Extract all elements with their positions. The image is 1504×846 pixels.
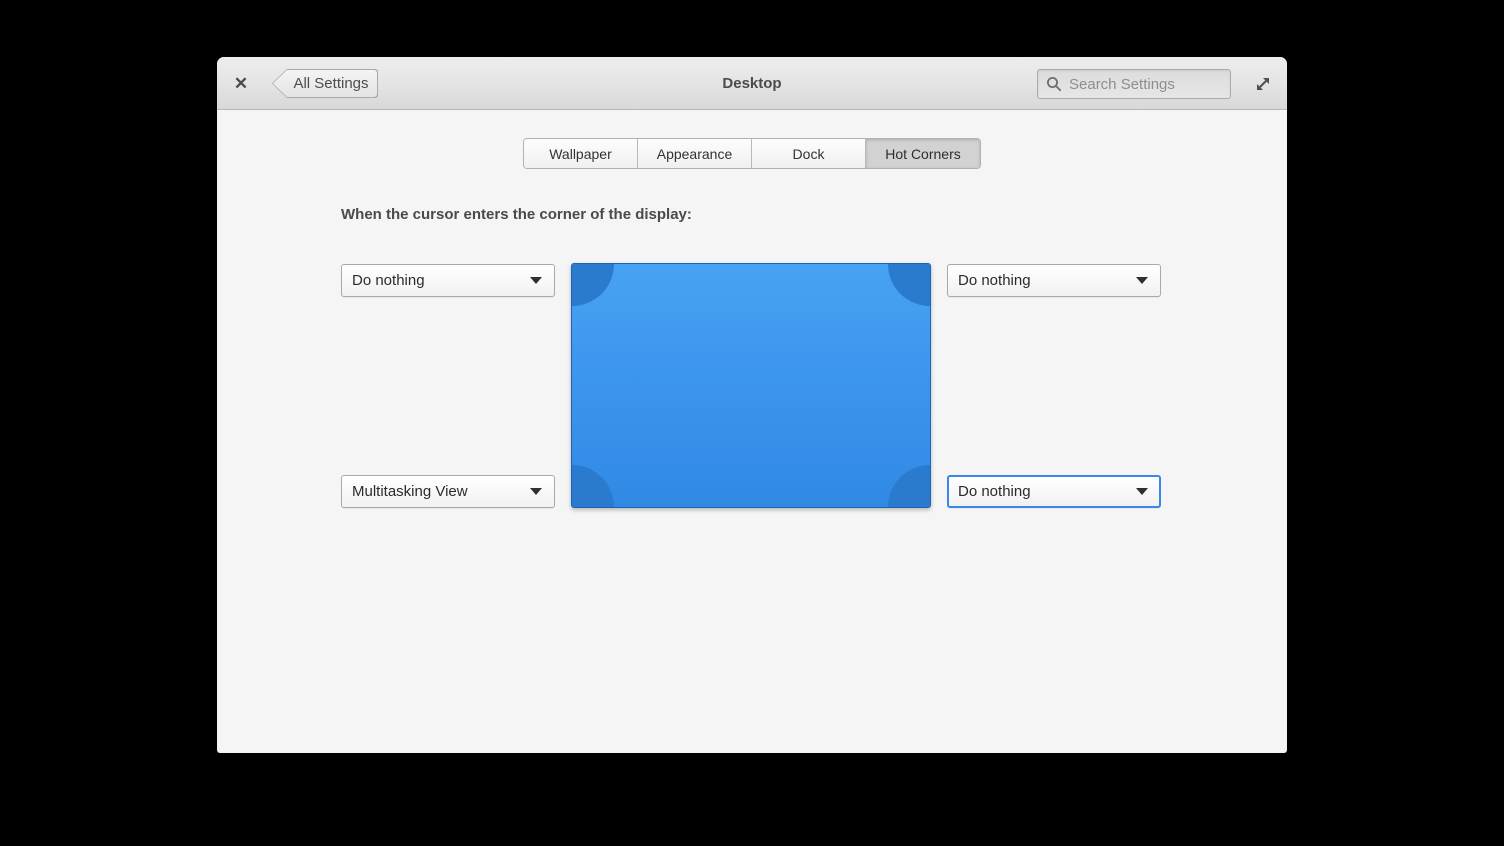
top-left-corner-value: Do nothing	[352, 272, 425, 289]
tab-dock[interactable]: Dock	[752, 139, 866, 168]
close-icon: ✕	[234, 74, 248, 94]
search-box[interactable]	[1037, 69, 1231, 99]
tab-dock-label: Dock	[793, 146, 825, 162]
hot-corner-indicator-bottom-right	[888, 465, 931, 508]
hot-corner-indicator-bottom-left	[571, 465, 614, 508]
chevron-down-icon	[1136, 277, 1148, 284]
display-preview	[571, 263, 931, 508]
all-settings-back-button[interactable]: All Settings	[272, 69, 378, 98]
search-icon	[1046, 76, 1062, 92]
hot-corner-indicator-top-right	[888, 263, 931, 306]
tab-appearance[interactable]: Appearance	[638, 139, 752, 168]
chevron-down-icon	[530, 488, 542, 495]
top-right-corner-value: Do nothing	[958, 272, 1031, 289]
bottom-left-corner-dropdown[interactable]: Multitasking View	[341, 475, 555, 508]
settings-window: ✕ All Settings Desktop Wall	[217, 57, 1287, 753]
maximize-button[interactable]	[1251, 72, 1275, 96]
tab-wallpaper[interactable]: Wallpaper	[524, 139, 638, 168]
top-right-corner-dropdown[interactable]: Do nothing	[947, 264, 1161, 297]
maximize-icon	[1254, 75, 1272, 93]
tab-hot-corners[interactable]: Hot Corners	[866, 139, 980, 168]
top-left-corner-dropdown[interactable]: Do nothing	[341, 264, 555, 297]
tab-wallpaper-label: Wallpaper	[549, 146, 612, 162]
bottom-left-corner-value: Multitasking View	[352, 483, 468, 500]
bottom-right-corner-dropdown[interactable]: Do nothing	[947, 475, 1161, 508]
hot-corner-indicator-top-left	[571, 263, 614, 306]
search-input[interactable]	[1069, 76, 1222, 93]
close-button[interactable]: ✕	[230, 73, 252, 95]
tab-hot-corners-label: Hot Corners	[885, 146, 960, 162]
bottom-right-corner-value: Do nothing	[958, 483, 1031, 500]
chevron-down-icon	[530, 277, 542, 284]
tab-appearance-label: Appearance	[657, 146, 733, 162]
header-bar: ✕ All Settings Desktop	[217, 57, 1287, 110]
hot-corners-heading: When the cursor enters the corner of the…	[341, 206, 692, 223]
back-button-label: All Settings	[293, 75, 368, 92]
chevron-down-icon	[1136, 488, 1148, 495]
desktop-tabbar: Wallpaper Appearance Dock Hot Corners	[523, 138, 981, 169]
